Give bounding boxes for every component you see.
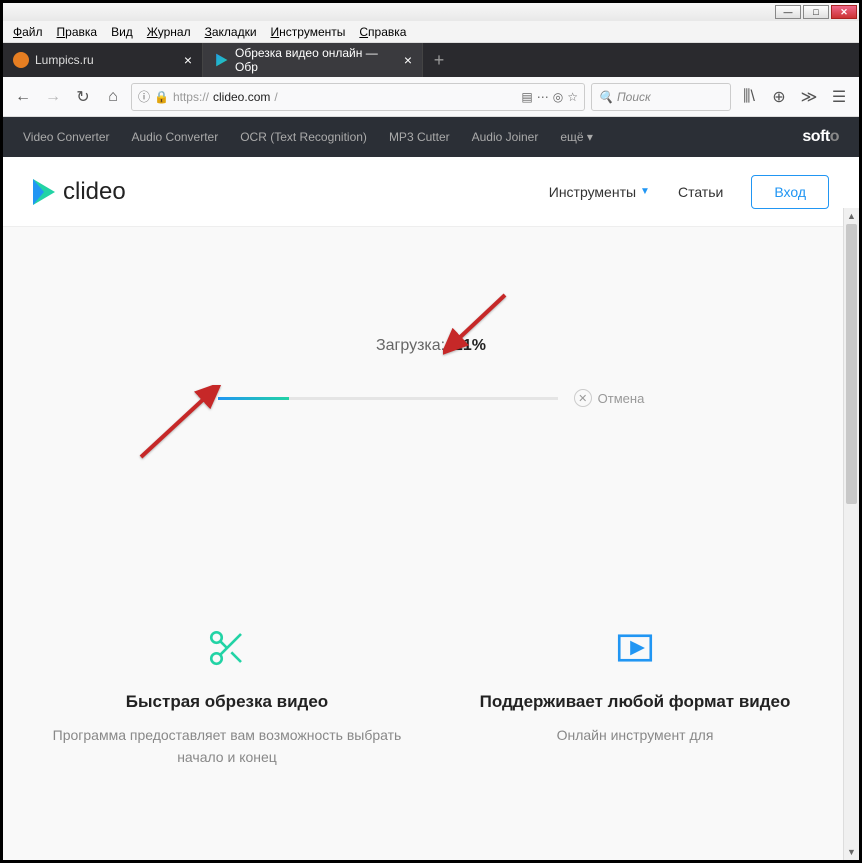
protection-icon[interactable]: ◎	[553, 90, 563, 104]
lock-icon: 🔒	[154, 90, 169, 104]
bookmark-star-icon[interactable]: ☆	[567, 90, 578, 104]
menu-icon[interactable]: ☰	[827, 85, 851, 109]
softo-link[interactable]: Video Converter	[23, 130, 110, 144]
nav-articles[interactable]: Статьи	[678, 184, 723, 200]
addon-icon[interactable]: ⊕	[767, 85, 791, 109]
page-content: Загрузка: 21% ✕ Отмена Быстрая обрезка в	[3, 227, 859, 860]
tab-strip: Lumpics.ru × Обрезка видео онлайн — Обр …	[3, 43, 859, 77]
tab-title: Lumpics.ru	[35, 53, 94, 67]
tab-favicon-icon	[13, 52, 29, 68]
menu-bookmarks[interactable]: Закладки	[199, 23, 263, 41]
window-titlebar: — □ ✕	[3, 3, 859, 21]
upload-label: Загрузка:	[376, 337, 445, 354]
softo-more[interactable]: ещё ▾	[560, 130, 593, 144]
tab-lumpics[interactable]: Lumpics.ru ×	[3, 43, 203, 77]
menu-view[interactable]: Вид	[105, 23, 139, 41]
search-box[interactable]: 🔍 Поиск	[591, 83, 731, 111]
site-header: clideo Инструменты ▼ Статьи Вход	[3, 157, 859, 227]
reload-button[interactable]: ↻	[71, 85, 95, 109]
more-icon[interactable]: ⋯	[537, 90, 549, 104]
progress-bar	[218, 397, 558, 400]
close-window-button[interactable]: ✕	[831, 5, 857, 19]
scrollbar-thumb[interactable]	[846, 224, 857, 504]
scroll-up-icon[interactable]: ▲	[844, 208, 859, 224]
login-button[interactable]: Вход	[751, 175, 829, 209]
logo-text: clideo	[63, 178, 126, 206]
feature-title: Поддерживает любой формат видео	[441, 692, 829, 712]
softo-link[interactable]: Audio Joiner	[472, 130, 539, 144]
maximize-button[interactable]: □	[803, 5, 829, 19]
features-row: Быстрая обрезка видео Программа предоста…	[3, 627, 859, 769]
upload-percent: 21%	[454, 337, 486, 354]
forward-button[interactable]: →	[41, 85, 65, 109]
scroll-down-icon[interactable]: ▼	[844, 844, 859, 860]
feature-title: Быстрая обрезка видео	[33, 692, 421, 712]
feature-desc: Онлайн инструмент для	[441, 724, 829, 746]
progress-fill	[218, 397, 289, 400]
menu-edit[interactable]: Правка	[51, 23, 104, 41]
close-icon: ✕	[574, 389, 592, 407]
browser-toolbar: ← → ↻ ⌂ ⓘ 🔒 https://clideo.com/ ▤ ⋯ ◎ ☆ …	[3, 77, 859, 117]
menu-history[interactable]: Журнал	[141, 23, 197, 41]
url-domain: clideo.com	[213, 90, 270, 104]
cancel-button[interactable]: ✕ Отмена	[574, 389, 645, 407]
play-icon	[33, 179, 55, 205]
scissors-icon	[33, 627, 421, 674]
softo-logo[interactable]: softo	[802, 128, 839, 146]
new-tab-button[interactable]: +	[423, 43, 455, 77]
feature-formats: Поддерживает любой формат видео Онлайн и…	[441, 627, 829, 769]
search-placeholder: Поиск	[617, 90, 651, 104]
chevron-down-icon: ▼	[640, 186, 650, 197]
address-bar[interactable]: ⓘ 🔒 https://clideo.com/ ▤ ⋯ ◎ ☆	[131, 83, 585, 111]
tab-close-icon[interactable]: ×	[184, 52, 192, 68]
tab-favicon-icon	[213, 52, 229, 68]
url-protocol: https://	[173, 90, 209, 104]
menubar: Файл Правка Вид Журнал Закладки Инструме…	[3, 21, 859, 43]
menu-tools[interactable]: Инструменты	[265, 23, 352, 41]
back-button[interactable]: ←	[11, 85, 35, 109]
minimize-button[interactable]: —	[775, 5, 801, 19]
nav-tools[interactable]: Инструменты ▼	[549, 184, 650, 200]
vertical-scrollbar[interactable]: ▲ ▼	[843, 208, 859, 860]
clideo-logo[interactable]: clideo	[33, 178, 126, 206]
menu-help[interactable]: Справка	[353, 23, 412, 41]
tab-title: Обрезка видео онлайн — Обр	[235, 46, 398, 74]
overflow-icon[interactable]: ≫	[797, 85, 821, 109]
menu-file[interactable]: Файл	[7, 23, 49, 41]
search-icon: 🔍	[598, 90, 613, 104]
tab-clideo[interactable]: Обрезка видео онлайн — Обр ×	[203, 43, 423, 77]
video-icon	[441, 627, 829, 674]
softo-link[interactable]: Audio Converter	[132, 130, 219, 144]
softo-link[interactable]: MP3 Cutter	[389, 130, 450, 144]
library-icon[interactable]: ⫼\	[737, 85, 761, 109]
softo-bar: Video Converter Audio Converter OCR (Tex…	[3, 117, 859, 157]
reader-icon[interactable]: ▤	[521, 90, 532, 104]
info-icon[interactable]: ⓘ	[138, 88, 150, 105]
feature-cut: Быстрая обрезка видео Программа предоста…	[33, 627, 421, 769]
tab-close-icon[interactable]: ×	[404, 52, 412, 68]
home-button[interactable]: ⌂	[101, 85, 125, 109]
cancel-label: Отмена	[598, 391, 645, 406]
upload-status: Загрузка: 21%	[3, 337, 859, 355]
softo-link[interactable]: OCR (Text Recognition)	[240, 130, 367, 144]
feature-desc: Программа предоставляет вам возможность …	[33, 724, 421, 769]
